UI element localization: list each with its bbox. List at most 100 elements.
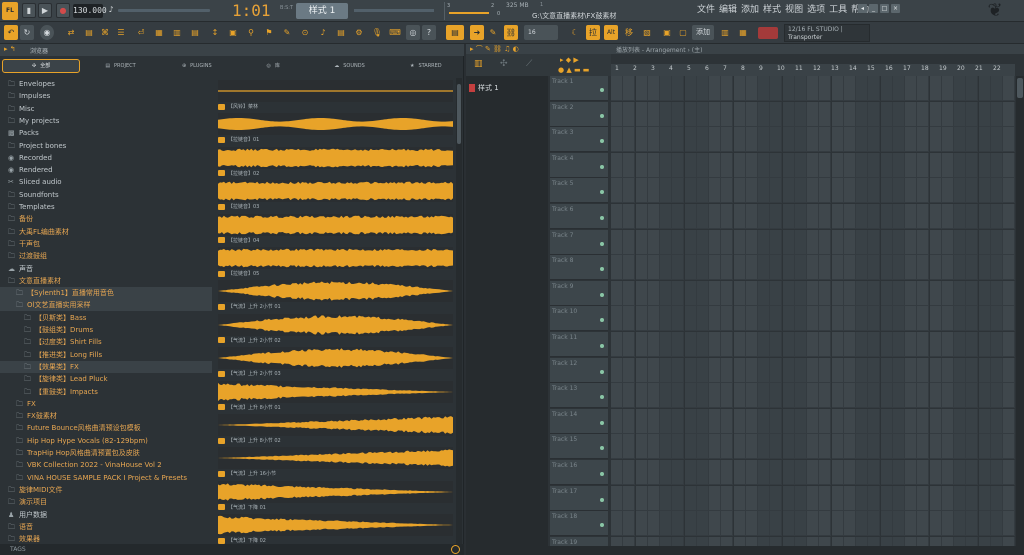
grid-cell[interactable] xyxy=(647,485,660,511)
grid-cell[interactable] xyxy=(782,511,795,537)
grid-cell[interactable] xyxy=(819,76,832,101)
track-header[interactable]: Track 13 xyxy=(550,383,608,409)
grid-cell[interactable] xyxy=(990,229,1003,255)
grid-cell[interactable] xyxy=(745,229,758,255)
browser-item[interactable]: ♟ 用户数据 xyxy=(0,509,212,521)
grid-cell[interactable] xyxy=(917,76,930,101)
grid-cell[interactable] xyxy=(758,280,770,306)
grid-cell[interactable] xyxy=(672,460,685,485)
grid-cell[interactable] xyxy=(954,76,966,101)
tool-icon-1[interactable]: ⌘ xyxy=(98,25,112,40)
track-header[interactable]: Track 1 xyxy=(550,76,608,101)
grid-cell[interactable] xyxy=(745,460,758,485)
pattern-selector[interactable]: 样式 1 xyxy=(296,3,348,19)
track-mute-led[interactable] xyxy=(600,267,604,272)
grid-cell[interactable] xyxy=(807,178,819,204)
grid-cell[interactable] xyxy=(941,460,954,485)
grid-cell[interactable] xyxy=(635,511,648,537)
grid-cell[interactable] xyxy=(623,152,636,178)
grid-cell[interactable] xyxy=(623,76,636,101)
grid-cell[interactable] xyxy=(880,255,893,281)
flag-icon[interactable] xyxy=(758,27,778,39)
grid-cell[interactable] xyxy=(978,357,991,383)
grid-cell[interactable] xyxy=(623,485,636,511)
grid-cell[interactable] xyxy=(978,485,991,511)
grid-cell[interactable] xyxy=(990,408,1003,434)
grid-cell[interactable] xyxy=(611,383,623,409)
grid-cell[interactable] xyxy=(807,229,819,255)
menu-item-0[interactable]: 文件 xyxy=(697,4,715,16)
grid-cell[interactable] xyxy=(966,511,979,537)
grid-cell[interactable] xyxy=(807,434,819,460)
grid-cell[interactable] xyxy=(647,280,660,306)
grid-cell[interactable] xyxy=(635,357,648,383)
grid-cell[interactable] xyxy=(733,332,746,357)
sample-waveform[interactable] xyxy=(218,180,453,203)
grid-cell[interactable] xyxy=(660,152,672,178)
grid-cell[interactable] xyxy=(770,511,783,537)
grid-cell[interactable] xyxy=(721,460,734,485)
grid-cell[interactable] xyxy=(794,383,807,409)
grid-cell[interactable] xyxy=(966,408,979,434)
grid-cell[interactable] xyxy=(819,255,832,281)
grid-cell[interactable] xyxy=(770,152,783,178)
grid-cell[interactable] xyxy=(954,460,966,485)
grid-cell[interactable] xyxy=(856,127,868,153)
grid-cell[interactable] xyxy=(709,204,721,229)
grid-cell[interactable] xyxy=(1003,204,1015,229)
browser-item[interactable]: 🗀 FX鼓素材 xyxy=(0,410,212,422)
grid-cell[interactable] xyxy=(954,408,966,434)
grid-cell[interactable] xyxy=(1003,511,1015,537)
grid-cell[interactable] xyxy=(843,178,856,204)
menu-item-3[interactable]: 样式 xyxy=(763,4,781,16)
grid-cell[interactable] xyxy=(892,178,905,204)
tool-icon-6[interactable]: ▤ xyxy=(188,25,202,40)
grid-cell[interactable] xyxy=(611,434,623,460)
grid-cell[interactable] xyxy=(635,229,648,255)
grid-cell[interactable] xyxy=(843,255,856,281)
grid-cell[interactable] xyxy=(623,255,636,281)
grid-cell[interactable] xyxy=(623,511,636,537)
grid-cell[interactable] xyxy=(770,408,783,434)
minimize-button[interactable]: _ xyxy=(869,4,878,13)
track-header[interactable]: Track 10 xyxy=(550,306,608,332)
grid-cell[interactable] xyxy=(807,485,819,511)
master-pitch-slider[interactable] xyxy=(118,9,210,12)
grid-cell[interactable] xyxy=(807,408,819,434)
grid-cell[interactable] xyxy=(770,127,783,153)
record-button[interactable]: ● xyxy=(56,3,70,18)
grid-cell[interactable] xyxy=(966,332,979,357)
grid-cell[interactable] xyxy=(696,383,709,409)
grid-cell[interactable] xyxy=(941,511,954,537)
grid-cell[interactable] xyxy=(709,306,721,332)
grid-cell[interactable] xyxy=(745,434,758,460)
grid-cell[interactable] xyxy=(660,408,672,434)
grid-cell[interactable] xyxy=(623,229,636,255)
grid-cell[interactable] xyxy=(696,332,709,357)
track-mute-led[interactable] xyxy=(600,164,604,169)
grid-cell[interactable] xyxy=(868,460,881,485)
fl-menu-icon[interactable]: FL xyxy=(2,2,18,20)
grid-cell[interactable] xyxy=(819,152,832,178)
grid-cell[interactable] xyxy=(978,434,991,460)
browser-tab-5[interactable]: ★ STARRED xyxy=(388,58,464,74)
grid-cell[interactable] xyxy=(966,76,979,101)
grid-cell[interactable] xyxy=(721,127,734,153)
grid-cell[interactable] xyxy=(905,306,917,332)
grid-cell[interactable] xyxy=(868,229,881,255)
grid-cell[interactable] xyxy=(831,76,844,101)
sample-item[interactable]: 【拉链音】04 xyxy=(218,237,453,245)
grid-cell[interactable] xyxy=(696,485,709,511)
grid-cell[interactable] xyxy=(1003,101,1015,127)
grid-cell[interactable] xyxy=(905,178,917,204)
grid-cell[interactable] xyxy=(647,127,660,153)
grid-cell[interactable] xyxy=(782,306,795,332)
grid-cell[interactable] xyxy=(843,434,856,460)
tool-icon-14[interactable]: ▤ xyxy=(334,25,348,40)
track-mute-led[interactable] xyxy=(600,420,604,425)
grid-cell[interactable] xyxy=(684,178,697,204)
grid-cell[interactable] xyxy=(758,332,770,357)
grid-cell[interactable] xyxy=(733,434,746,460)
grid-cell[interactable] xyxy=(647,204,660,229)
browser-item[interactable]: 🗀 Future Bounce风格曲清预设包模板 xyxy=(0,422,212,434)
